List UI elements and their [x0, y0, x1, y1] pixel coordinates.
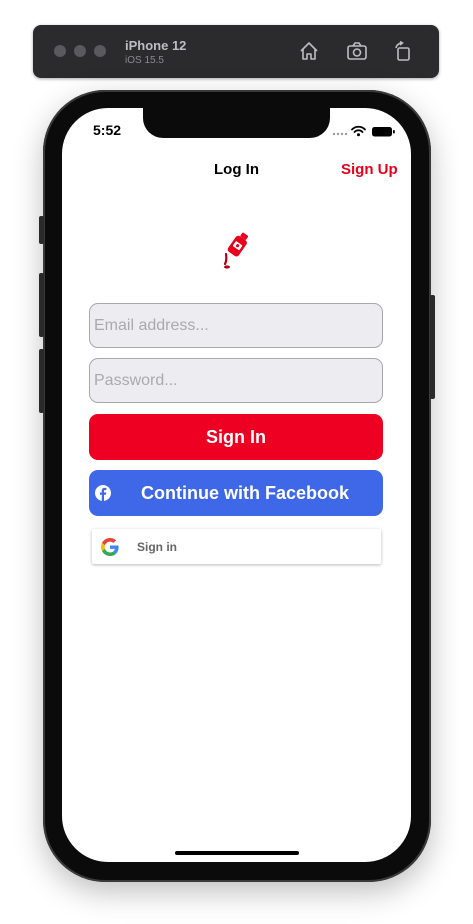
volume-down-button [39, 349, 44, 413]
google-button-label: Sign in [137, 539, 177, 554]
notch [143, 108, 330, 138]
sign-up-link[interactable]: Sign Up [341, 161, 398, 178]
sign-in-button[interactable]: Sign In [89, 414, 383, 460]
rotate-icon[interactable] [392, 40, 414, 62]
power-button [430, 295, 435, 399]
password-field[interactable] [89, 358, 383, 403]
email-field[interactable] [89, 303, 383, 348]
window-close-dot[interactable] [54, 45, 66, 57]
facebook-button-label: Continue with Facebook [140, 482, 349, 503]
home-icon[interactable] [298, 40, 320, 62]
simulator-os-version: iOS 15.5 [125, 55, 164, 66]
google-icon [101, 537, 119, 556]
home-indicator [175, 851, 299, 855]
simulator-device-name: iPhone 12 [125, 38, 187, 53]
volume-up-button [39, 273, 44, 337]
facebook-login-button[interactable]: Continue with Facebook [89, 470, 383, 516]
hot-sauce-bottle-logo [223, 232, 249, 269]
wifi-icon [351, 125, 366, 133]
google-sign-in-button[interactable]: Sign in [92, 529, 381, 564]
window-zoom-dot[interactable] [94, 45, 106, 57]
screenshot-icon[interactable] [346, 40, 368, 62]
status-icons [332, 125, 395, 137]
status-time: 5:52 [93, 122, 122, 138]
signal-icon [332, 132, 348, 136]
window-minimize-dot[interactable] [74, 45, 86, 57]
mute-switch [39, 216, 44, 244]
facebook-icon [95, 485, 111, 501]
battery-icon [372, 127, 395, 137]
